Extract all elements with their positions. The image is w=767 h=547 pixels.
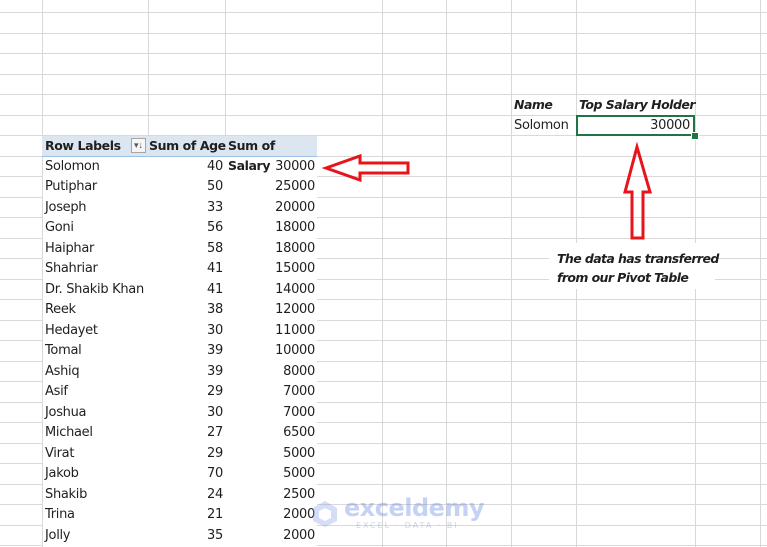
top-salary-holder-header[interactable]: Top Salary Holder	[579, 95, 696, 115]
exceldemy-logo-icon	[313, 501, 337, 527]
row-label-cell[interactable]: Shahriar	[45, 259, 98, 279]
row-label-cell[interactable]: Haiphar	[45, 239, 94, 259]
salary-cell[interactable]: 11000	[225, 321, 315, 341]
age-cell[interactable]: 21	[148, 505, 223, 525]
salary-cell[interactable]: 15000	[225, 259, 315, 279]
row-label-cell[interactable]: Michael	[45, 423, 93, 443]
row-label-cell[interactable]: Joseph	[45, 198, 87, 218]
pivot-header-row: Row Labels ▾↓ Sum of Age Sum of Salary	[42, 136, 317, 173]
age-cell[interactable]: 30	[148, 321, 223, 341]
salary-cell[interactable]: 7000	[225, 382, 315, 402]
salary-cell[interactable]: 10000	[225, 341, 315, 361]
column-gridline	[382, 0, 383, 547]
age-cell[interactable]: 29	[148, 382, 223, 402]
row-gridline	[0, 12, 767, 13]
salary-cell[interactable]: 5000	[225, 444, 315, 464]
top-salary-value: 30000	[650, 118, 690, 133]
row-label-cell[interactable]: Solomon	[45, 157, 100, 177]
age-cell[interactable]: 50	[148, 177, 223, 197]
row-label-cell[interactable]: Jakob	[45, 464, 79, 484]
watermark-tagline: EXCEL · DATA · BI	[356, 521, 459, 530]
salary-cell[interactable]: 18000	[225, 239, 315, 259]
age-cell[interactable]: 29	[148, 444, 223, 464]
age-cell[interactable]: 27	[148, 423, 223, 443]
annotation-note: The data has transferred from our Pivot …	[557, 249, 719, 287]
name-header[interactable]: Name	[514, 95, 553, 115]
salary-cell[interactable]: 5000	[225, 464, 315, 484]
salary-cell[interactable]: 25000	[225, 177, 315, 197]
sort-filter-dropdown-icon[interactable]: ▾↓	[131, 138, 146, 153]
row-labels-header[interactable]: Row Labels	[45, 136, 121, 156]
salary-cell[interactable]: 2500	[225, 485, 315, 505]
annotation-line-1: The data has transferred	[557, 251, 719, 266]
age-cell[interactable]: 35	[148, 526, 223, 546]
watermark-brand: exceldemy	[344, 494, 485, 522]
name-value-cell[interactable]: Solomon	[514, 116, 569, 136]
salary-cell[interactable]: 8000	[225, 362, 315, 382]
age-cell[interactable]: 40	[148, 157, 223, 177]
salary-cell[interactable]: 7000	[225, 403, 315, 423]
column-gridline	[446, 0, 447, 547]
age-cell[interactable]: 39	[148, 362, 223, 382]
row-label-cell[interactable]: Shakib	[45, 485, 87, 505]
row-label-cell[interactable]: Dr. Shakib Khan	[45, 280, 144, 300]
row-label-cell[interactable]: Trina	[45, 505, 75, 525]
fill-handle[interactable]	[691, 132, 699, 140]
age-cell[interactable]: 56	[148, 218, 223, 238]
salary-cell[interactable]: 30000	[225, 157, 315, 177]
left-arrow-annotation	[321, 153, 410, 183]
age-cell[interactable]: 24	[148, 485, 223, 505]
row-label-cell[interactable]: Reek	[45, 300, 76, 320]
up-arrow-shape	[623, 142, 652, 240]
row-label-cell[interactable]: Jolly	[45, 526, 71, 546]
salary-cell[interactable]: 2000	[225, 505, 315, 525]
salary-cell[interactable]: 20000	[225, 198, 315, 218]
salary-cell[interactable]: 2000	[225, 526, 315, 546]
row-gridline	[0, 33, 767, 34]
row-gridline	[0, 53, 767, 54]
row-label-cell[interactable]: Tomal	[45, 341, 82, 361]
left-arrow-shape	[321, 153, 410, 183]
age-cell[interactable]: 39	[148, 341, 223, 361]
top-salary-value-cell[interactable]: 30000	[576, 115, 695, 136]
age-cell[interactable]: 70	[148, 464, 223, 484]
row-label-cell[interactable]: Joshua	[45, 403, 87, 423]
up-arrow-annotation	[623, 142, 652, 240]
row-label-cell[interactable]: Asif	[45, 382, 68, 402]
salary-cell[interactable]: 18000	[225, 218, 315, 238]
row-label-cell[interactable]: Putiphar	[45, 177, 97, 197]
age-cell[interactable]: 41	[148, 280, 223, 300]
sum-of-age-header[interactable]: Sum of Age	[149, 136, 226, 156]
row-label-cell[interactable]: Ashiq	[45, 362, 80, 382]
age-cell[interactable]: 33	[148, 198, 223, 218]
column-gridline	[760, 0, 761, 547]
age-cell[interactable]: 58	[148, 239, 223, 259]
age-cell[interactable]: 38	[148, 300, 223, 320]
row-label-cell[interactable]: Hedayet	[45, 321, 98, 341]
column-gridline	[511, 0, 512, 547]
row-label-cell[interactable]: Virat	[45, 444, 74, 464]
salary-cell[interactable]: 6500	[225, 423, 315, 443]
age-cell[interactable]: 30	[148, 403, 223, 423]
annotation-line-2: from our Pivot Table	[557, 270, 689, 285]
age-cell[interactable]: 41	[148, 259, 223, 279]
row-gridline	[0, 74, 767, 75]
row-label-cell[interactable]: Goni	[45, 218, 74, 238]
salary-cell[interactable]: 14000	[225, 280, 315, 300]
salary-cell[interactable]: 12000	[225, 300, 315, 320]
